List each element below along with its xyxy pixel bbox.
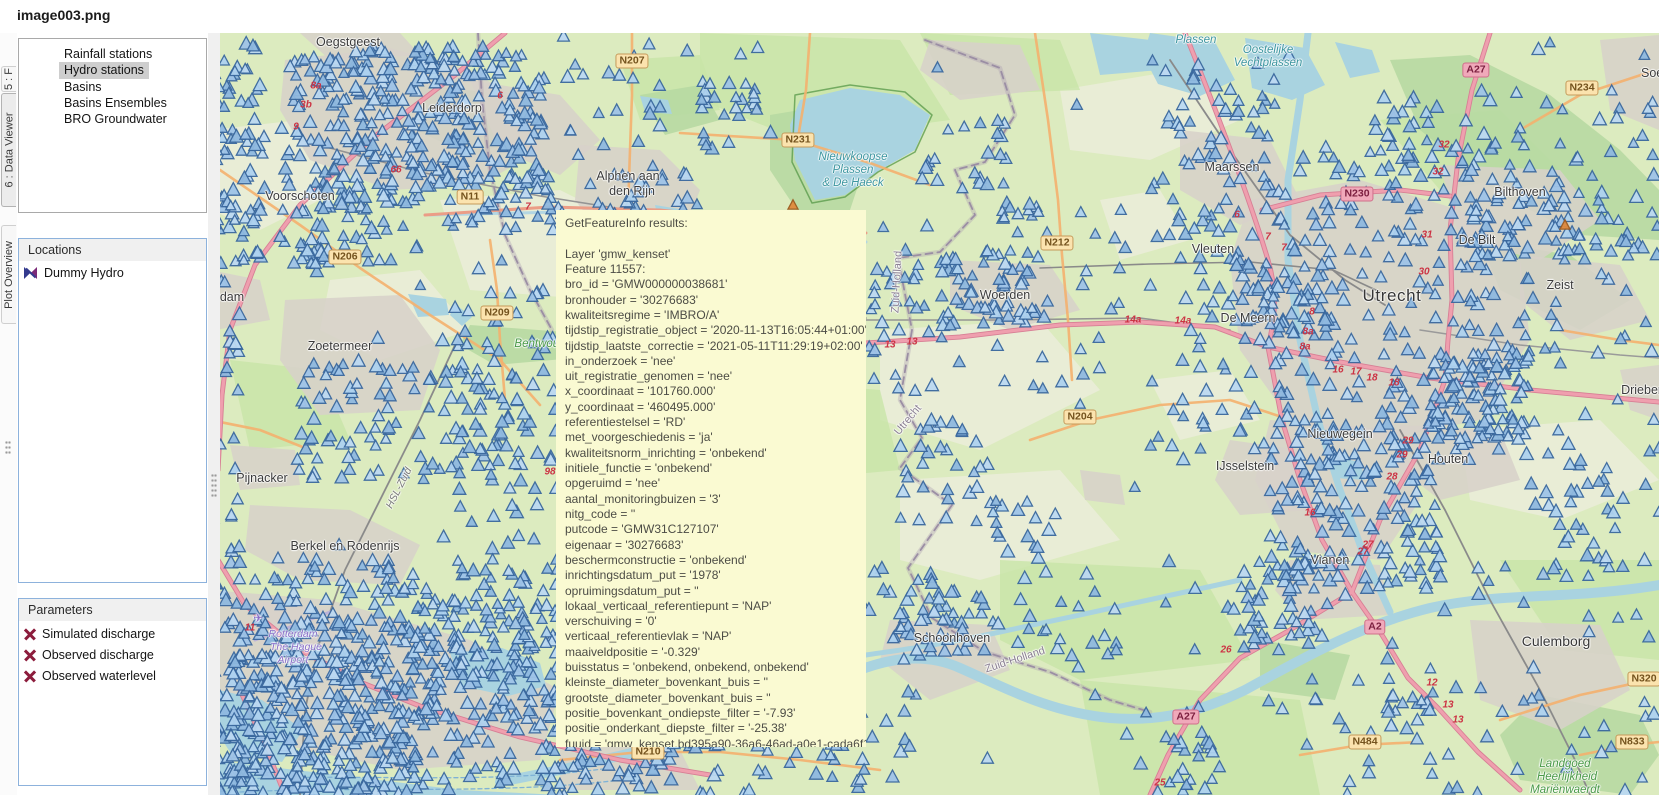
left-tabstrip: 5 : F 6 : Data Viewer Plot Overview <box>0 33 17 795</box>
layers-list-item[interactable]: Rainfall stations <box>59 46 157 62</box>
tabstrip-grip[interactable] <box>5 440 11 456</box>
parameter-item-label: Observed discharge <box>42 648 154 662</box>
side-tab-plot-overview[interactable]: Plot Overview <box>1 225 16 324</box>
map-shape <box>1080 470 1125 505</box>
parameters-panel: Parameters Simulated discharge Observed d… <box>18 598 207 786</box>
map-canvas[interactable] <box>220 33 1659 795</box>
side-tab-label: 6 : Data Viewer <box>3 112 15 187</box>
panel-splitter[interactable] <box>208 33 220 795</box>
x-marker-icon <box>24 670 36 682</box>
window-titlebar: image003.png <box>0 0 1659 33</box>
locations-header: Locations <box>19 239 206 261</box>
map-viewport[interactable]: OegstgeestLeiderdorpVoorschotenAlphen aa… <box>220 33 1659 795</box>
layers-list-item[interactable]: Basins Ensembles <box>59 95 172 111</box>
map-shape <box>230 445 300 490</box>
parameter-item-label: Observed waterlevel <box>42 669 156 683</box>
layers-list-item[interactable]: Hydro stations <box>59 62 149 78</box>
x-marker-icon <box>24 649 36 661</box>
x-marker-icon <box>24 628 36 640</box>
side-tab-6-data-viewer[interactable]: 6 : Data Viewer <box>1 93 16 207</box>
parameters-header: Parameters <box>19 599 206 621</box>
parameter-item[interactable]: Observed waterlevel <box>19 668 206 684</box>
side-tab-label: Plot Overview <box>3 241 15 309</box>
side-tab-5-f[interactable]: 5 : F <box>1 66 16 92</box>
location-marker-icon <box>24 267 38 279</box>
parameter-item[interactable]: Observed discharge <box>19 647 206 663</box>
location-item[interactable]: Dummy Hydro <box>19 265 206 281</box>
parameter-item-label: Simulated discharge <box>42 627 155 641</box>
window-title: image003.png <box>17 7 110 23</box>
layers-list-item[interactable]: Basins <box>59 79 107 95</box>
parameter-item[interactable]: Simulated discharge <box>19 626 206 642</box>
locations-panel: Locations Dummy Hydro <box>18 238 207 583</box>
layers-list: Rainfall stationsHydro stationsBasinsBas… <box>18 38 207 213</box>
location-item-label: Dummy Hydro <box>44 266 124 280</box>
side-tab-label: 5 : F <box>3 68 15 90</box>
splitter-grip[interactable] <box>211 473 217 499</box>
layers-list-item[interactable]: BRO Groundwater <box>59 111 172 127</box>
